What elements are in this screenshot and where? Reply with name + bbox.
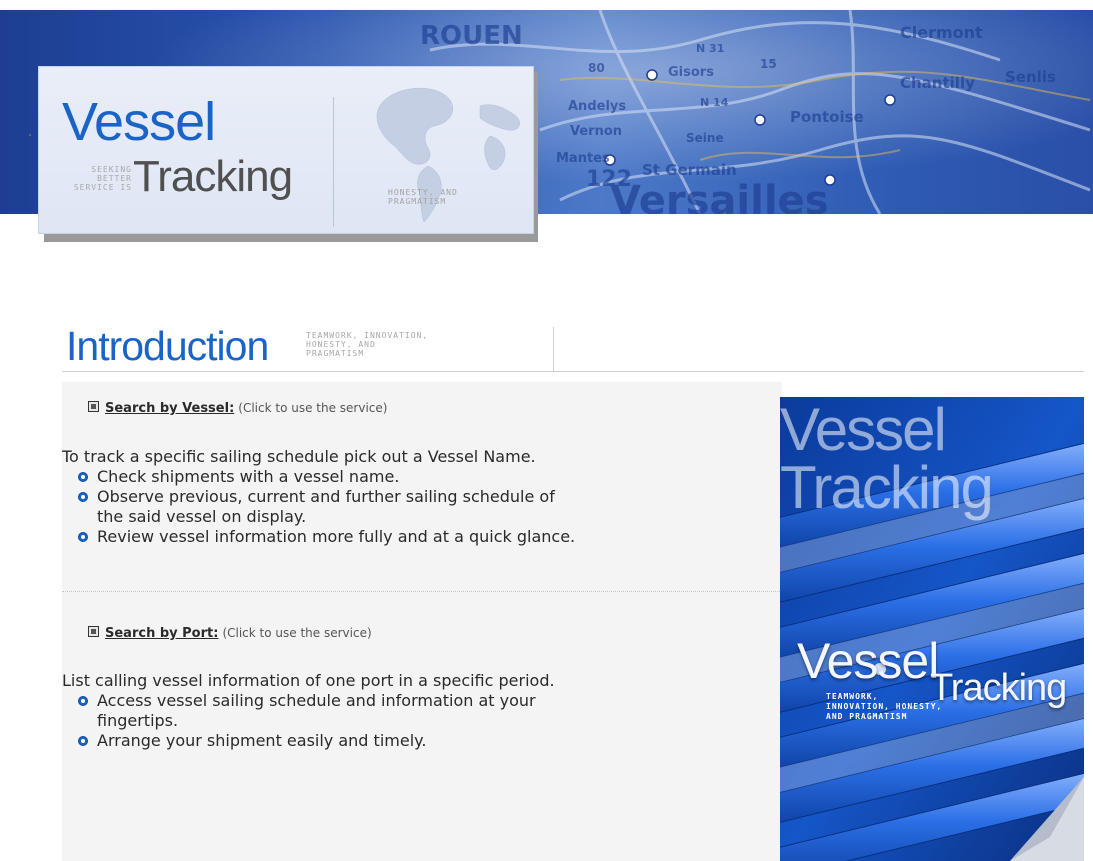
title-divider: [553, 327, 554, 371]
bullet-dot-icon: [78, 736, 88, 746]
logo-title-vessel: Vessel: [62, 92, 216, 152]
search-by-vessel-link[interactable]: Search by Vessel:: [105, 401, 234, 416]
map-label: Chantilly: [900, 74, 975, 92]
map-label: ROUEN: [420, 21, 523, 51]
logo-slogan-line: Seeking: [91, 165, 132, 174]
intro-tagline-line: pragmatism: [306, 349, 365, 358]
list-item: Observe previous, current and further sa…: [78, 487, 575, 527]
logo-slogan: Seeking better service is: [62, 165, 132, 192]
list-item: Check shipments with a vessel name.: [78, 467, 575, 487]
promo-tagline-line: and pragmatism: [826, 712, 908, 721]
title-rule: [62, 371, 1084, 372]
decor-dot: [29, 134, 31, 136]
logo-slogan-line: service is: [73, 183, 132, 192]
list-item-text: fingertips.: [97, 711, 179, 730]
logo-title-tracking: Tracking: [133, 152, 293, 201]
bullet-dot-icon: [78, 492, 88, 502]
logo-motto: Honesty, and pragmatism: [388, 188, 508, 206]
bullet-square-icon: [88, 626, 99, 637]
bullet-dot-icon: [78, 472, 88, 482]
logo-slogan-line: better: [97, 174, 132, 183]
list-item: Arrange your shipment easily and timely.: [78, 731, 536, 751]
bullet-square-icon: [88, 401, 99, 412]
promo-tagline: Teamwork, innovation, honesty, and pragm…: [826, 692, 1026, 722]
promo-overlay-vessel: Vessel: [797, 633, 939, 689]
map-label: 122: [586, 167, 632, 192]
promo-title-top: Vessel: [780, 396, 947, 463]
map-label: Versailles: [610, 178, 829, 214]
map-label: Senlis: [1005, 68, 1056, 86]
world-map-icon: [376, 87, 520, 223]
intro-tagline-line: Teamwork, innovation,: [306, 331, 429, 340]
list-item-text: Review vessel information more fully and…: [97, 527, 576, 546]
map-label: 15: [760, 57, 777, 71]
page-title: Introduction: [66, 323, 269, 369]
search-by-vessel-row: Search by Vessel: (Click to use the servi…: [88, 400, 387, 417]
map-label: Andelys: [568, 99, 626, 114]
section-separator: [62, 591, 782, 592]
bullet-dot-icon: [78, 696, 88, 706]
search-by-vessel-bullets: Check shipments with a vessel name. Obse…: [78, 467, 575, 547]
bullet-dot-icon: [78, 532, 88, 542]
search-by-port-row: Search by Port: (Click to use the service…: [88, 625, 372, 642]
service-hint: (Click to use the service): [222, 626, 372, 640]
promo-tagline-line: innovation, honesty,: [826, 702, 943, 711]
map-label: Pontoise: [790, 108, 864, 126]
search-by-port-link[interactable]: Search by Port:: [105, 626, 218, 641]
list-item-text: the said vessel on display.: [97, 507, 307, 526]
map-label: Gisors: [668, 65, 714, 80]
logo-motto-line: Honesty, and: [388, 188, 458, 197]
list-item: Access vessel sailing schedule and infor…: [78, 691, 536, 731]
map-label: Seine: [686, 131, 724, 145]
map-label: Mantes: [556, 151, 610, 166]
map-label: Clermont: [900, 23, 983, 42]
search-by-vessel-description: To track a specific sailing schedule pic…: [62, 447, 536, 466]
map-label: 80: [588, 61, 605, 75]
map-label: Vernon: [570, 124, 622, 139]
list-item-text: Access vessel sailing schedule and infor…: [97, 691, 536, 710]
list-item-text: Arrange your shipment easily and timely.: [97, 731, 427, 750]
intro-tagline-line: honesty, and: [306, 340, 376, 349]
list-item: Review vessel information more fully and…: [78, 527, 575, 547]
intro-tagline: Teamwork, innovation, honesty, and pragm…: [306, 331, 546, 358]
search-by-port-bullets: Access vessel sailing schedule and infor…: [78, 691, 536, 751]
map-label: N 14: [700, 96, 729, 109]
promo-title-bottom: Tracking: [780, 454, 994, 521]
list-item-text: Check shipments with a vessel name.: [97, 467, 400, 486]
promo-tagline-line: Teamwork,: [826, 692, 879, 701]
search-by-port-description: List calling vessel information of one p…: [62, 671, 555, 690]
map-label: St Germain: [642, 161, 737, 179]
map-label: N 31: [696, 42, 724, 55]
logo-motto-line: pragmatism: [388, 197, 447, 206]
service-hint: (Click to use the service): [238, 401, 388, 415]
list-item-text: Observe previous, current and further sa…: [97, 487, 555, 506]
